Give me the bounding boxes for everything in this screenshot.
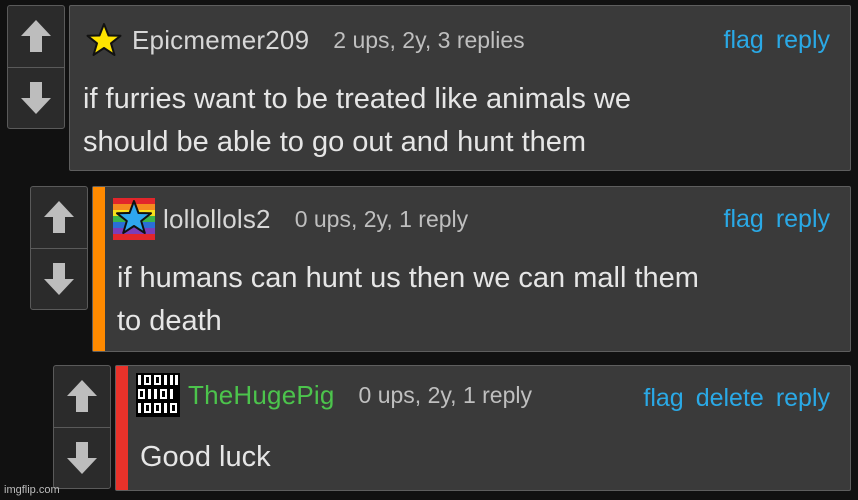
upvote-button[interactable] [8, 6, 64, 67]
vote-panel [53, 365, 111, 489]
reply-indent-stripe [116, 366, 128, 490]
rainbow-star-icon [113, 198, 155, 240]
comment-stats: 2 ups, 2y, 3 replies [333, 26, 525, 53]
delete-link[interactable]: delete [696, 384, 764, 412]
up-arrow-icon [21, 20, 51, 53]
comment-actions: flag reply [712, 26, 831, 55]
comment-stats: 0 ups, 2y, 1 reply [294, 205, 469, 232]
down-arrow-icon [67, 441, 97, 474]
comment-text-line: if humans can hunt us then we can mall t… [117, 262, 699, 294]
yellow-star-icon [86, 23, 122, 56]
flag-link[interactable]: flag [724, 26, 764, 54]
reply-link[interactable]: reply [776, 384, 830, 412]
comment-text-line: should be able to go out and hunt them [83, 126, 587, 158]
reply-link[interactable]: reply [776, 26, 830, 54]
comment-body: lollollols2 0 ups, 2y, 1 reply flag reply… [92, 186, 851, 352]
comment-text: if furries want to be treated like anima… [83, 78, 631, 164]
comment-body: TheHugePig 0 ups, 2y, 1 reply flag delete… [115, 365, 851, 491]
reply-link[interactable]: reply [776, 205, 830, 233]
up-arrow-icon [67, 380, 97, 413]
down-arrow-icon [21, 81, 51, 114]
upvote-button[interactable] [54, 366, 110, 427]
comment-text-line: if furries want to be treated like anima… [83, 83, 632, 115]
downvote-button[interactable] [8, 66, 64, 129]
flag-link[interactable]: flag [643, 384, 683, 412]
up-arrow-icon [44, 201, 74, 234]
comment-meta: lollollols2 0 ups, 2y, 1 reply [113, 198, 469, 240]
comment-stats: 0 ups, 2y, 1 reply [358, 381, 532, 408]
watermark: imgflip.com [4, 484, 60, 496]
comment-body: Epicmemer209 2 ups, 2y, 3 replies flag re… [69, 5, 851, 171]
binary-pattern-icon [136, 373, 180, 417]
vote-panel [7, 5, 65, 129]
username[interactable]: lollollols2 [163, 204, 271, 235]
comment-text: if humans can hunt us then we can mall t… [117, 257, 699, 343]
downvote-button[interactable] [54, 426, 110, 489]
username[interactable]: Epicmemer209 [132, 25, 309, 56]
vote-panel [30, 186, 88, 310]
username[interactable]: TheHugePig [188, 380, 335, 411]
comment-meta: Epicmemer209 2 ups, 2y, 3 replies [86, 20, 525, 60]
downvote-button[interactable] [31, 247, 87, 310]
upvote-button[interactable] [31, 187, 87, 248]
comment-text-line: to death [117, 305, 222, 337]
comment-thehugepig: TheHugePig 0 ups, 2y, 1 reply flag delete… [53, 365, 851, 491]
comment-lollollols2: lollollols2 0 ups, 2y, 1 reply flag reply… [30, 186, 851, 352]
comment-actions: flag reply [712, 205, 831, 234]
comment-text: Good luck [140, 436, 271, 479]
comment-meta: TheHugePig 0 ups, 2y, 1 reply [136, 372, 532, 418]
down-arrow-icon [44, 262, 74, 295]
comment-actions: flag delete reply [631, 384, 830, 413]
reply-indent-stripe [93, 187, 105, 351]
flag-link[interactable]: flag [724, 205, 764, 233]
comment-epicmemer209: Epicmemer209 2 ups, 2y, 3 replies flag re… [7, 5, 851, 171]
comment-text-line: Good luck [140, 441, 271, 473]
